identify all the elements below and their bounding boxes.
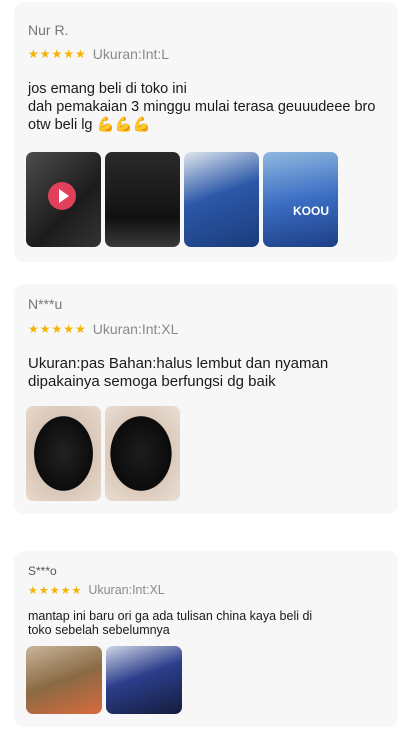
size-variant-label: Ukuran:Int:XL [88, 583, 165, 597]
size-variant-label: Ukuran:Int:L [92, 46, 170, 62]
review-text: Ukuran:pas Bahan:halus lembut dan nyaman… [28, 355, 388, 391]
reviewer-name: N***u [28, 296, 63, 312]
photo-thumbnail[interactable] [26, 406, 101, 501]
photo-thumbnail[interactable] [184, 152, 259, 247]
review-text-line: jos emang beli di toko ini [28, 81, 187, 97]
media-thumbnails [26, 646, 182, 714]
review-text-line: Ukuran:pas Bahan:halus lembut dan nyaman [28, 355, 329, 372]
review-text-line: toko sebelah sebelumnya [28, 623, 170, 637]
rating-row: ★★★★★ Ukuran:Int:XL [28, 583, 165, 597]
play-icon[interactable] [48, 182, 76, 210]
rating-row: ★★★★★ Ukuran:Int:XL [28, 321, 178, 337]
size-variant-label: Ukuran:Int:XL [92, 321, 179, 337]
media-thumbnails [26, 406, 180, 501]
review-card: Nur R. ★★★★★ Ukuran:Int:L jos emang beli… [14, 2, 398, 262]
photo-thumbnail[interactable] [26, 646, 102, 714]
review-text-line: mantap ini baru ori ga ada tulisan china… [28, 609, 313, 623]
photo-thumbnail[interactable] [106, 646, 182, 714]
video-thumbnail[interactable] [26, 152, 101, 247]
photo-thumbnail[interactable] [105, 152, 180, 247]
review-card: N***u ★★★★★ Ukuran:Int:XL Ukuran:pas Bah… [14, 284, 398, 514]
review-text-line: dah pemakaian 3 minggu mulai terasa geuu… [28, 99, 376, 115]
photo-thumbnail[interactable] [105, 406, 180, 501]
media-thumbnails: KOOU [26, 152, 338, 247]
star-rating-icon: ★★★★★ [28, 584, 83, 597]
review-text-line: dipakainya semoga berfungsi dg baik [28, 373, 276, 390]
thumbnail-brand-text: KOOU [293, 204, 329, 219]
star-rating-icon: ★★★★★ [28, 322, 87, 336]
review-text: jos emang beli di toko ini dah pemakaian… [28, 80, 388, 134]
review-card: S***o ★★★★★ Ukuran:Int:XL mantap ini bar… [14, 551, 398, 727]
review-text: mantap ini baru ori ga ada tulisan china… [28, 609, 388, 637]
reviewer-name: S***o [28, 564, 57, 578]
rating-row: ★★★★★ Ukuran:Int:L [28, 46, 169, 62]
star-rating-icon: ★★★★★ [28, 47, 87, 61]
reviewer-name: Nur R. [28, 22, 69, 38]
photo-thumbnail[interactable]: KOOU [263, 152, 338, 247]
review-text-line: otw beli lg 💪💪💪 [28, 117, 151, 133]
